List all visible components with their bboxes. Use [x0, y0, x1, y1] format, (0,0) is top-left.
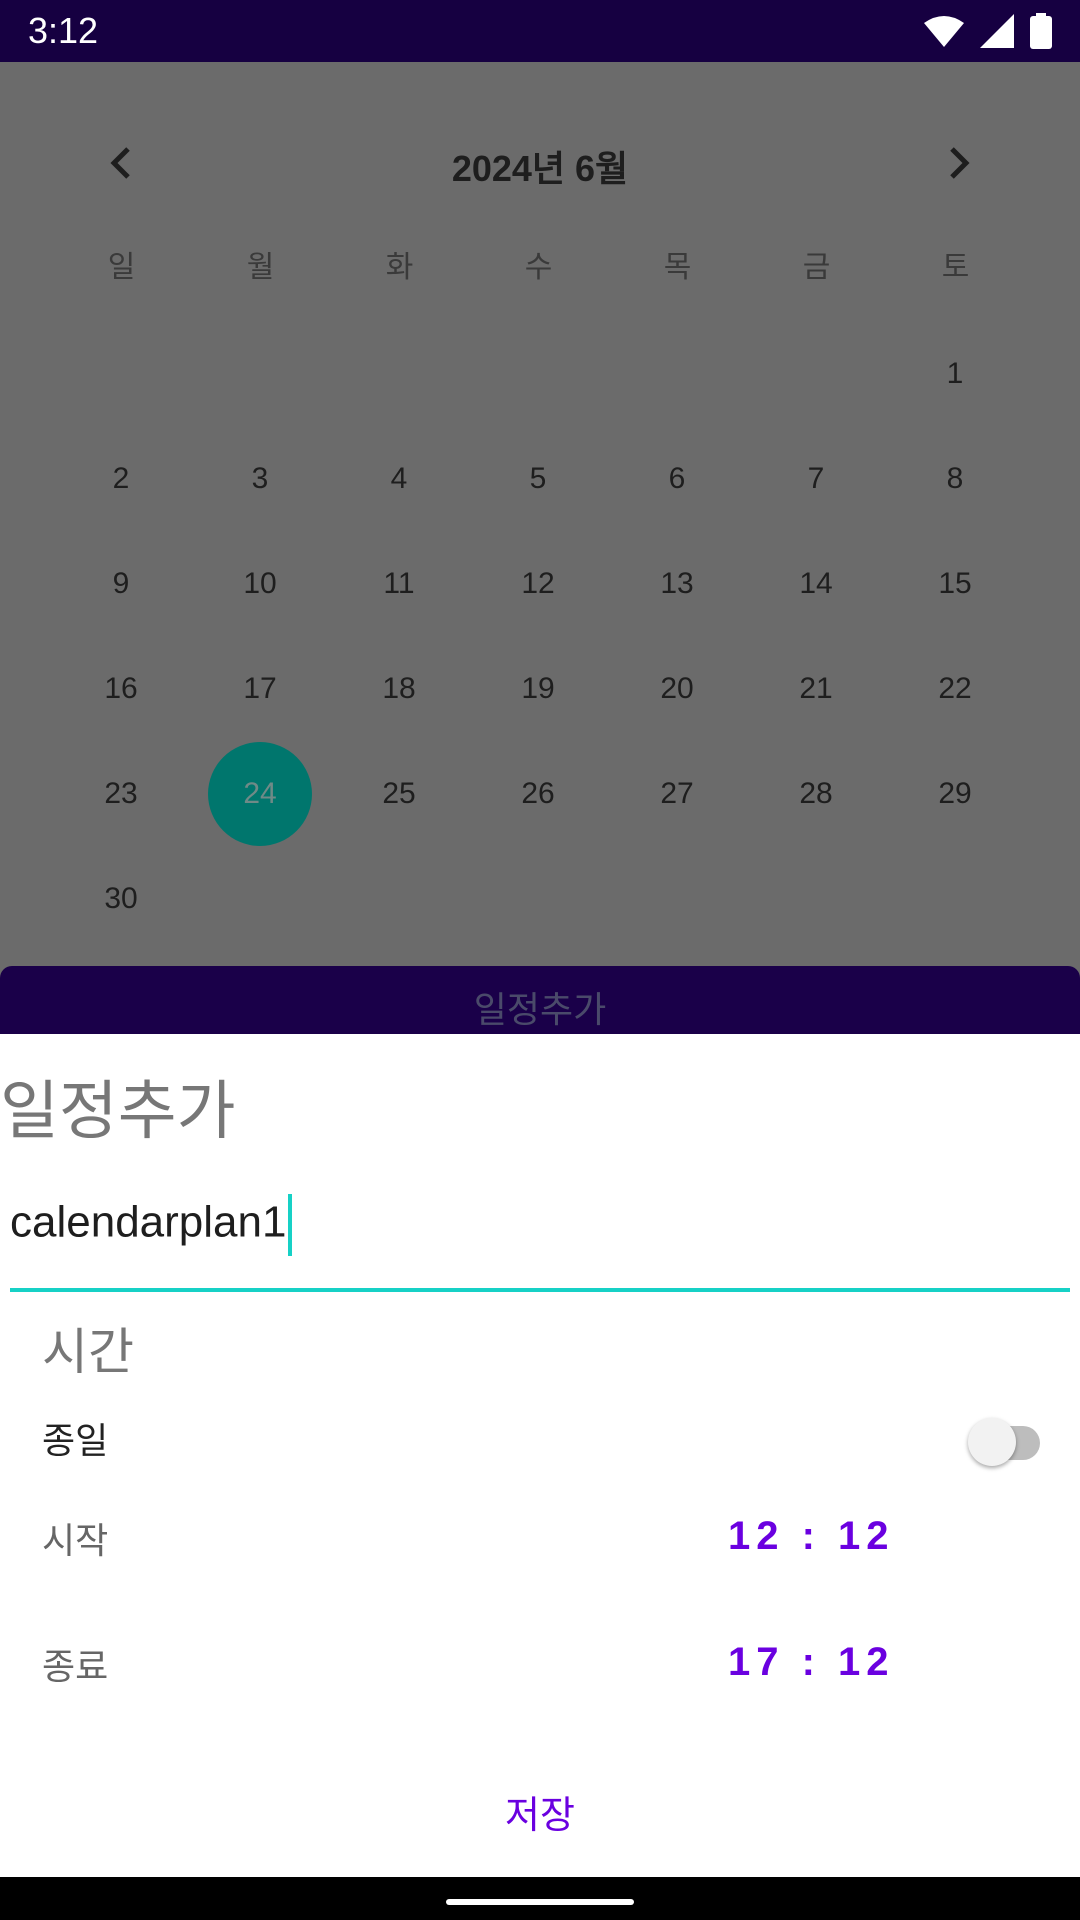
calendar-day[interactable]: 7	[764, 427, 868, 531]
end-time-picker[interactable]: 17 : 12	[728, 1640, 895, 1685]
calendar-day[interactable]: 11	[347, 532, 451, 636]
save-button[interactable]: 저장	[420, 1780, 660, 1850]
calendar-day[interactable]: 6	[625, 427, 729, 531]
weekday-label: 월	[246, 250, 275, 285]
calendar-day[interactable]: 4	[347, 427, 451, 531]
weekday-row: 일 월 화 수 목 금 토	[0, 242, 1080, 302]
signal-icon	[980, 14, 1014, 48]
calendar-day[interactable]: 21	[764, 637, 868, 741]
calendar-day[interactable]: 22	[903, 637, 1007, 741]
calendar-day[interactable]: 13	[625, 532, 729, 636]
start-time-picker[interactable]: 12 : 12	[728, 1514, 895, 1559]
calendar-day[interactable]: 27	[625, 742, 729, 846]
calendar-day[interactable]: 20	[625, 637, 729, 741]
status-icons	[924, 12, 1052, 50]
dialog-title: 일정추가	[0, 1075, 236, 1149]
input-underline	[10, 1288, 1070, 1292]
schedule-name-value: calendarplan1	[10, 1194, 293, 1256]
calendar-day[interactable]: 9	[69, 532, 173, 636]
calendar-day[interactable]: 17	[208, 637, 312, 741]
weekday-label: 수	[524, 250, 553, 285]
add-schedule-bar-label: 일정추가	[473, 990, 607, 1031]
add-schedule-dialog: 일정추가 calendarplan1 시간 종일 시작 12 : 12 종료 1…	[0, 1034, 1080, 1877]
time-section-title: 시간	[42, 1323, 134, 1381]
calendar-day[interactable]: 29	[903, 742, 1007, 846]
next-month-button[interactable]	[934, 138, 984, 188]
all-day-switch[interactable]	[968, 1412, 1050, 1468]
battery-icon	[1030, 13, 1052, 49]
calendar-day[interactable]: 25	[347, 742, 451, 846]
weekday-label: 일	[107, 250, 136, 285]
weekday-label: 화	[385, 250, 414, 285]
add-schedule-bar[interactable]: 일정추가	[0, 966, 1080, 1036]
calendar-day[interactable]: 18	[347, 637, 451, 741]
end-label: 종료	[42, 1647, 109, 1688]
calendar-day[interactable]: 14	[764, 532, 868, 636]
start-label: 시작	[42, 1521, 109, 1562]
weekday-label: 토	[941, 250, 970, 285]
calendar-day[interactable]: 5	[486, 427, 590, 531]
wifi-icon	[924, 16, 964, 47]
calendar-day[interactable]: 19	[486, 637, 590, 741]
all-day-label: 종일	[42, 1421, 109, 1462]
text-cursor	[288, 1194, 293, 1256]
month-title: 2024년 6월	[451, 148, 629, 189]
calendar-day[interactable]: 12	[486, 532, 590, 636]
calendar-day[interactable]: 15	[903, 532, 1007, 636]
schedule-name-input[interactable]: calendarplan1	[10, 1180, 1070, 1292]
calendar-day[interactable]: 1	[903, 322, 1007, 426]
calendar-day[interactable]: 30	[69, 847, 173, 951]
selected-day[interactable]: 24	[208, 742, 312, 846]
chevron-right-icon	[950, 147, 970, 179]
calendar-day[interactable]: 26	[486, 742, 590, 846]
weekday-label: 목	[663, 250, 692, 285]
navigation-bar	[0, 1877, 1080, 1920]
calendar-day[interactable]: 10	[208, 532, 312, 636]
status-bar: 3:12	[0, 0, 1080, 62]
weekday-label: 금	[802, 250, 831, 285]
calendar: 2024년 6월 일 월 화 수 목 금 토 1 2 3 4 5 6 7 8 9 10 11 12 13…	[0, 62, 1080, 966]
calendar-day[interactable]: 3	[208, 427, 312, 531]
calendar-header: 2024년 6월	[0, 122, 1080, 202]
switch-thumb	[968, 1418, 1016, 1466]
calendar-day[interactable]: 28	[764, 742, 868, 846]
calendar-day[interactable]: 23	[69, 742, 173, 846]
calendar-day[interactable]: 16	[69, 637, 173, 741]
calendar-day[interactable]: 8	[903, 427, 1007, 531]
status-time: 3:12	[28, 10, 99, 51]
home-handle[interactable]	[446, 1899, 634, 1905]
calendar-day[interactable]: 2	[69, 427, 173, 531]
screen: 3:12 2024년 6월 일 월 화 수 목 금 토 1 2 3 4 5 6 7 8 9 10 1…	[0, 0, 1080, 1920]
